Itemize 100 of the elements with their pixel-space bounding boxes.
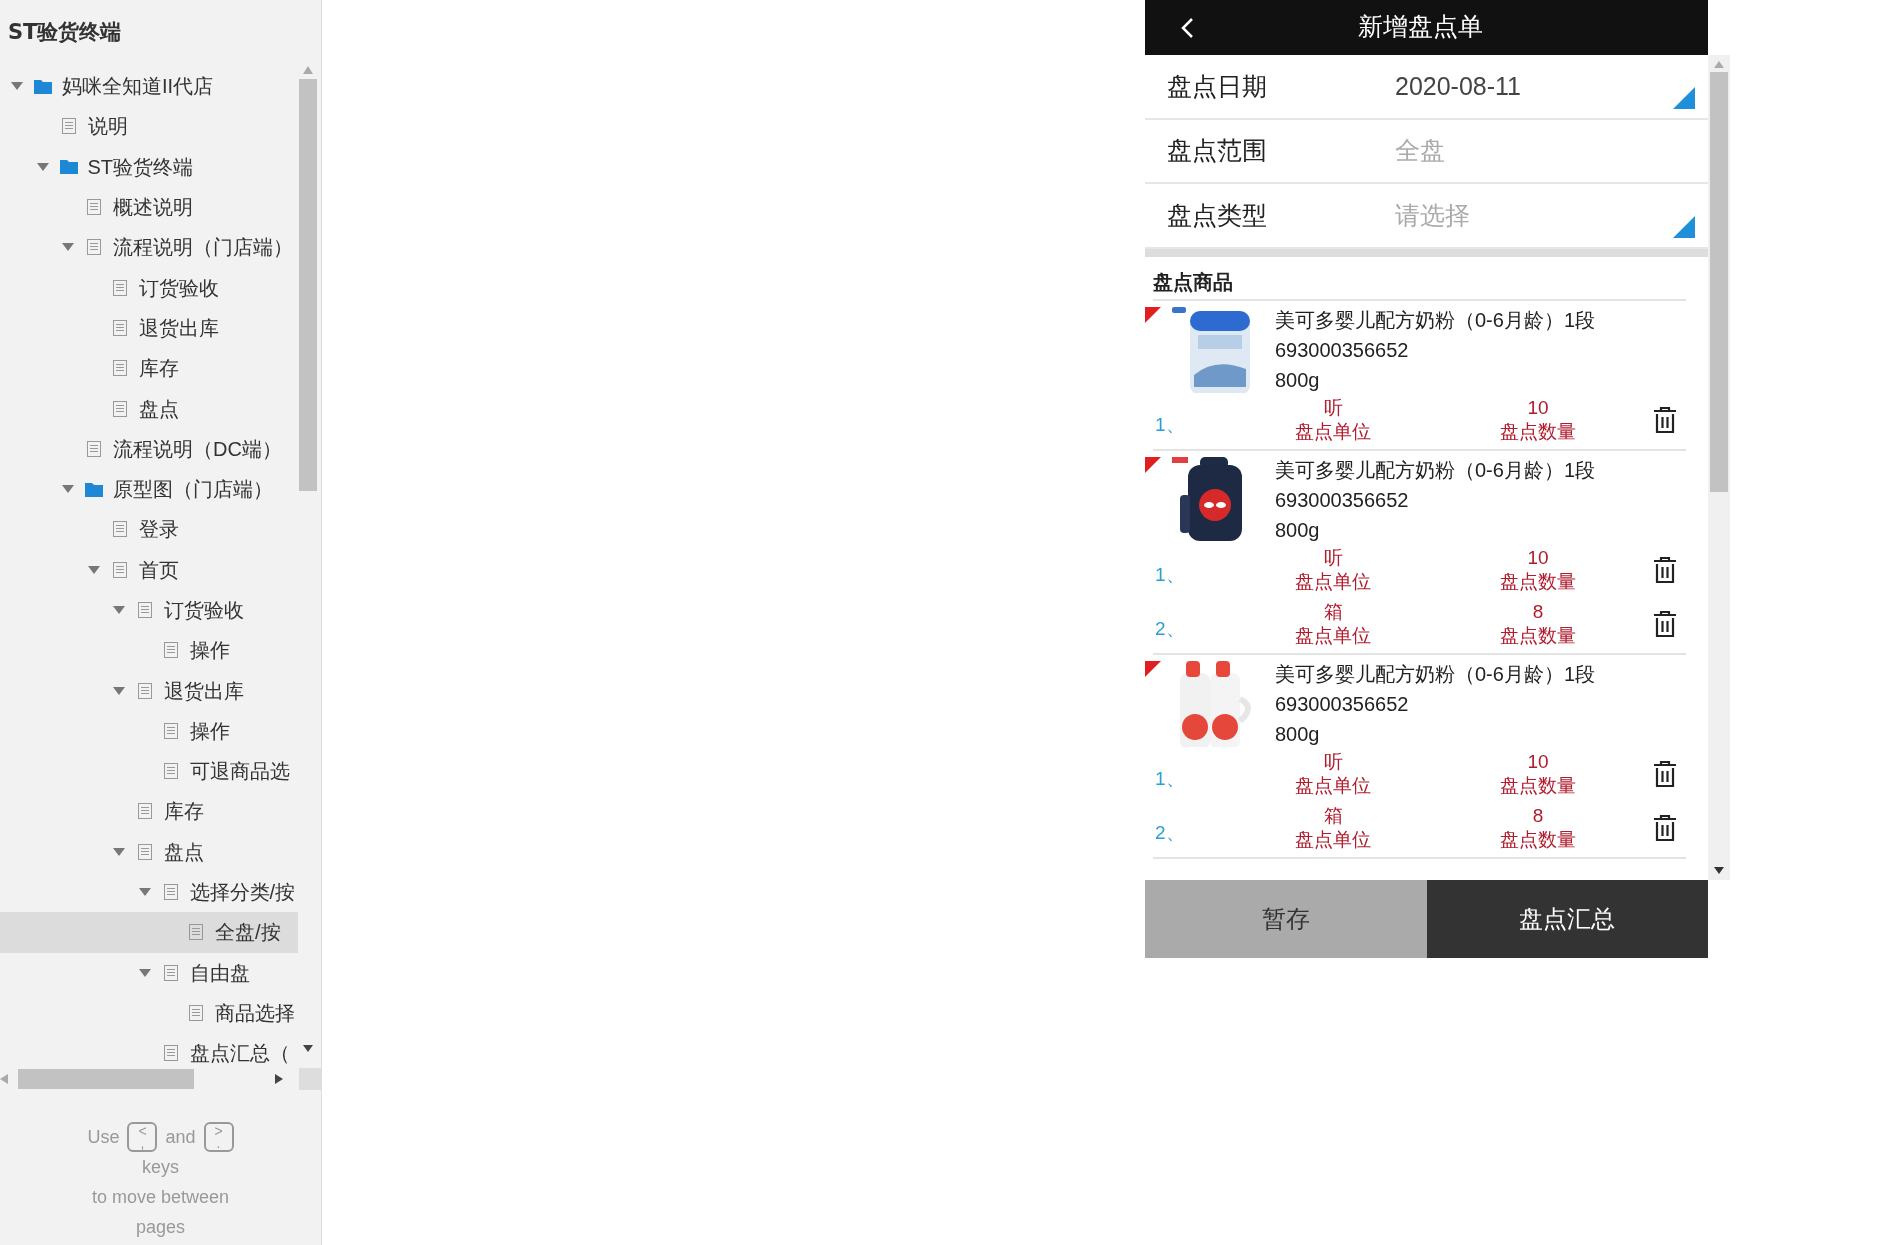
tree-item[interactable]: 自由盘 bbox=[0, 952, 298, 993]
quantity-value: 10 bbox=[1527, 395, 1549, 420]
page-icon bbox=[163, 1045, 178, 1062]
page-title: 新增盘点单 bbox=[1358, 11, 1483, 42]
page-icon bbox=[138, 843, 152, 860]
tree-item[interactable]: 操作 bbox=[0, 710, 298, 752]
unit-value: 听 bbox=[1323, 545, 1343, 570]
footer-button[interactable]: 暂存 bbox=[1145, 880, 1427, 958]
page-icon bbox=[112, 279, 127, 296]
unit-value: 听 bbox=[1323, 749, 1343, 774]
tree-item[interactable]: 退货出库 bbox=[0, 670, 298, 711]
delete-icon[interactable] bbox=[1653, 813, 1677, 842]
tree-item[interactable]: 全盘/按 bbox=[0, 912, 298, 953]
expand-caret-icon[interactable] bbox=[36, 162, 49, 171]
unit-label: 盘点单位 bbox=[1295, 419, 1371, 444]
page-icon bbox=[138, 602, 152, 618]
sidebar-title: ST验货终端 bbox=[7, 19, 123, 47]
scrollbar-thumb[interactable] bbox=[1710, 72, 1728, 492]
scroll-left-icon[interactable] bbox=[0, 1074, 8, 1084]
tree-item[interactable]: 概述说明 bbox=[0, 186, 298, 228]
line-number: 1、 bbox=[1154, 413, 1186, 438]
page-icon bbox=[189, 924, 203, 941]
field-label: 盘点日期 bbox=[1167, 70, 1268, 102]
expand-caret-icon[interactable] bbox=[62, 485, 74, 494]
tree-item[interactable]: ST验货终端 bbox=[0, 146, 298, 187]
tree-item[interactable]: 盘点汇总（ bbox=[0, 1033, 298, 1068]
page-icon bbox=[163, 642, 178, 659]
expand-caret-icon[interactable] bbox=[113, 686, 125, 695]
scroll-down-icon[interactable] bbox=[303, 1045, 313, 1052]
scroll-up-icon[interactable] bbox=[1714, 61, 1724, 68]
hint-text: pages bbox=[135, 1216, 185, 1239]
scroll-up-icon[interactable] bbox=[303, 66, 313, 74]
page-icon bbox=[87, 440, 101, 457]
delete-icon[interactable] bbox=[1653, 405, 1677, 434]
scrollbar-thumb[interactable] bbox=[299, 79, 317, 491]
page-icon bbox=[163, 722, 178, 739]
delete-icon[interactable] bbox=[1653, 609, 1677, 638]
section-title: 盘点商品 bbox=[1153, 266, 1686, 301]
keyboard-key: < , bbox=[127, 1122, 158, 1152]
expand-caret-icon[interactable] bbox=[113, 847, 125, 856]
tree-item[interactable]: 选择分类/按 bbox=[0, 871, 298, 913]
expand-caret-icon[interactable] bbox=[138, 968, 151, 977]
expand-caret-icon[interactable] bbox=[113, 606, 125, 614]
folder-icon bbox=[85, 481, 103, 497]
scrollbar-thumb[interactable] bbox=[18, 1069, 194, 1089]
quantity-value: 10 bbox=[1527, 545, 1549, 570]
page-icon bbox=[189, 1004, 203, 1021]
tree-item[interactable]: 原型图（门店端） bbox=[0, 468, 298, 510]
expand-caret-icon[interactable] bbox=[87, 565, 100, 574]
scroll-down-icon[interactable] bbox=[1714, 867, 1724, 874]
tree-item[interactable]: 盘点 bbox=[0, 831, 298, 872]
page-icon bbox=[61, 118, 76, 135]
product-spec: 800g bbox=[1275, 721, 1321, 747]
unit-value: 听 bbox=[1323, 395, 1343, 420]
tree-item[interactable]: 妈咪全知道II代店 bbox=[0, 66, 298, 107]
tree-item[interactable]: 登录 bbox=[0, 509, 298, 550]
dropdown-icon[interactable] bbox=[1673, 86, 1695, 109]
hint-text: to move between bbox=[91, 1186, 230, 1209]
tree-item[interactable]: 首页 bbox=[0, 549, 298, 590]
quantity-label: 盘点数量 bbox=[1500, 419, 1576, 444]
tree-item[interactable]: 商品选择 bbox=[0, 992, 298, 1034]
page-icon bbox=[87, 199, 101, 216]
page-icon bbox=[163, 964, 178, 981]
unit-value: 箱 bbox=[1323, 803, 1343, 828]
delete-icon[interactable] bbox=[1653, 759, 1677, 788]
tree-item[interactable]: 订货验收 bbox=[0, 267, 298, 308]
corner-flag-icon bbox=[1145, 456, 1161, 473]
tree-item[interactable]: 退货出库 bbox=[0, 307, 298, 349]
scroll-right-icon[interactable] bbox=[275, 1074, 283, 1084]
page-icon bbox=[163, 763, 178, 780]
footer-button[interactable]: 盘点汇总 bbox=[1426, 880, 1708, 958]
tree-item[interactable]: 订货验收 bbox=[0, 589, 298, 631]
tree-item[interactable]: 流程说明（DC端） bbox=[0, 428, 298, 469]
tree-item[interactable]: 可退商品选 bbox=[0, 751, 298, 792]
expand-caret-icon[interactable] bbox=[11, 82, 23, 91]
tree-item[interactable]: 库存 bbox=[0, 348, 298, 389]
form-field[interactable]: 请选择 bbox=[1395, 196, 1645, 234]
product-spec: 800g bbox=[1275, 367, 1321, 393]
tree-item[interactable]: 操作 bbox=[0, 630, 298, 671]
tree-item[interactable]: 盘点 bbox=[0, 388, 298, 429]
line-number: 2、 bbox=[1154, 821, 1186, 846]
product-barcode: 693000356652 bbox=[1275, 487, 1410, 513]
page-icon bbox=[112, 521, 127, 538]
tree-item[interactable]: 说明 bbox=[0, 106, 298, 147]
form-field[interactable]: 2020-08-11 bbox=[1395, 67, 1645, 105]
tree-item[interactable]: 库存 bbox=[0, 791, 298, 832]
expand-caret-icon[interactable] bbox=[138, 888, 151, 897]
hint-text: Use bbox=[87, 1126, 120, 1149]
tree-item[interactable]: 流程说明（门店端） bbox=[0, 227, 298, 268]
quantity-value: 8 bbox=[1532, 599, 1544, 624]
folder-icon bbox=[59, 159, 78, 175]
unit-label: 盘点单位 bbox=[1295, 827, 1371, 852]
line-number: 1、 bbox=[1154, 563, 1186, 588]
back-icon[interactable] bbox=[1180, 16, 1194, 39]
dropdown-icon[interactable] bbox=[1673, 215, 1695, 238]
page-icon bbox=[138, 803, 152, 820]
scrollbar-track[interactable] bbox=[1708, 55, 1730, 880]
delete-icon[interactable] bbox=[1653, 555, 1677, 584]
page-icon bbox=[112, 319, 127, 336]
expand-caret-icon[interactable] bbox=[62, 243, 74, 252]
